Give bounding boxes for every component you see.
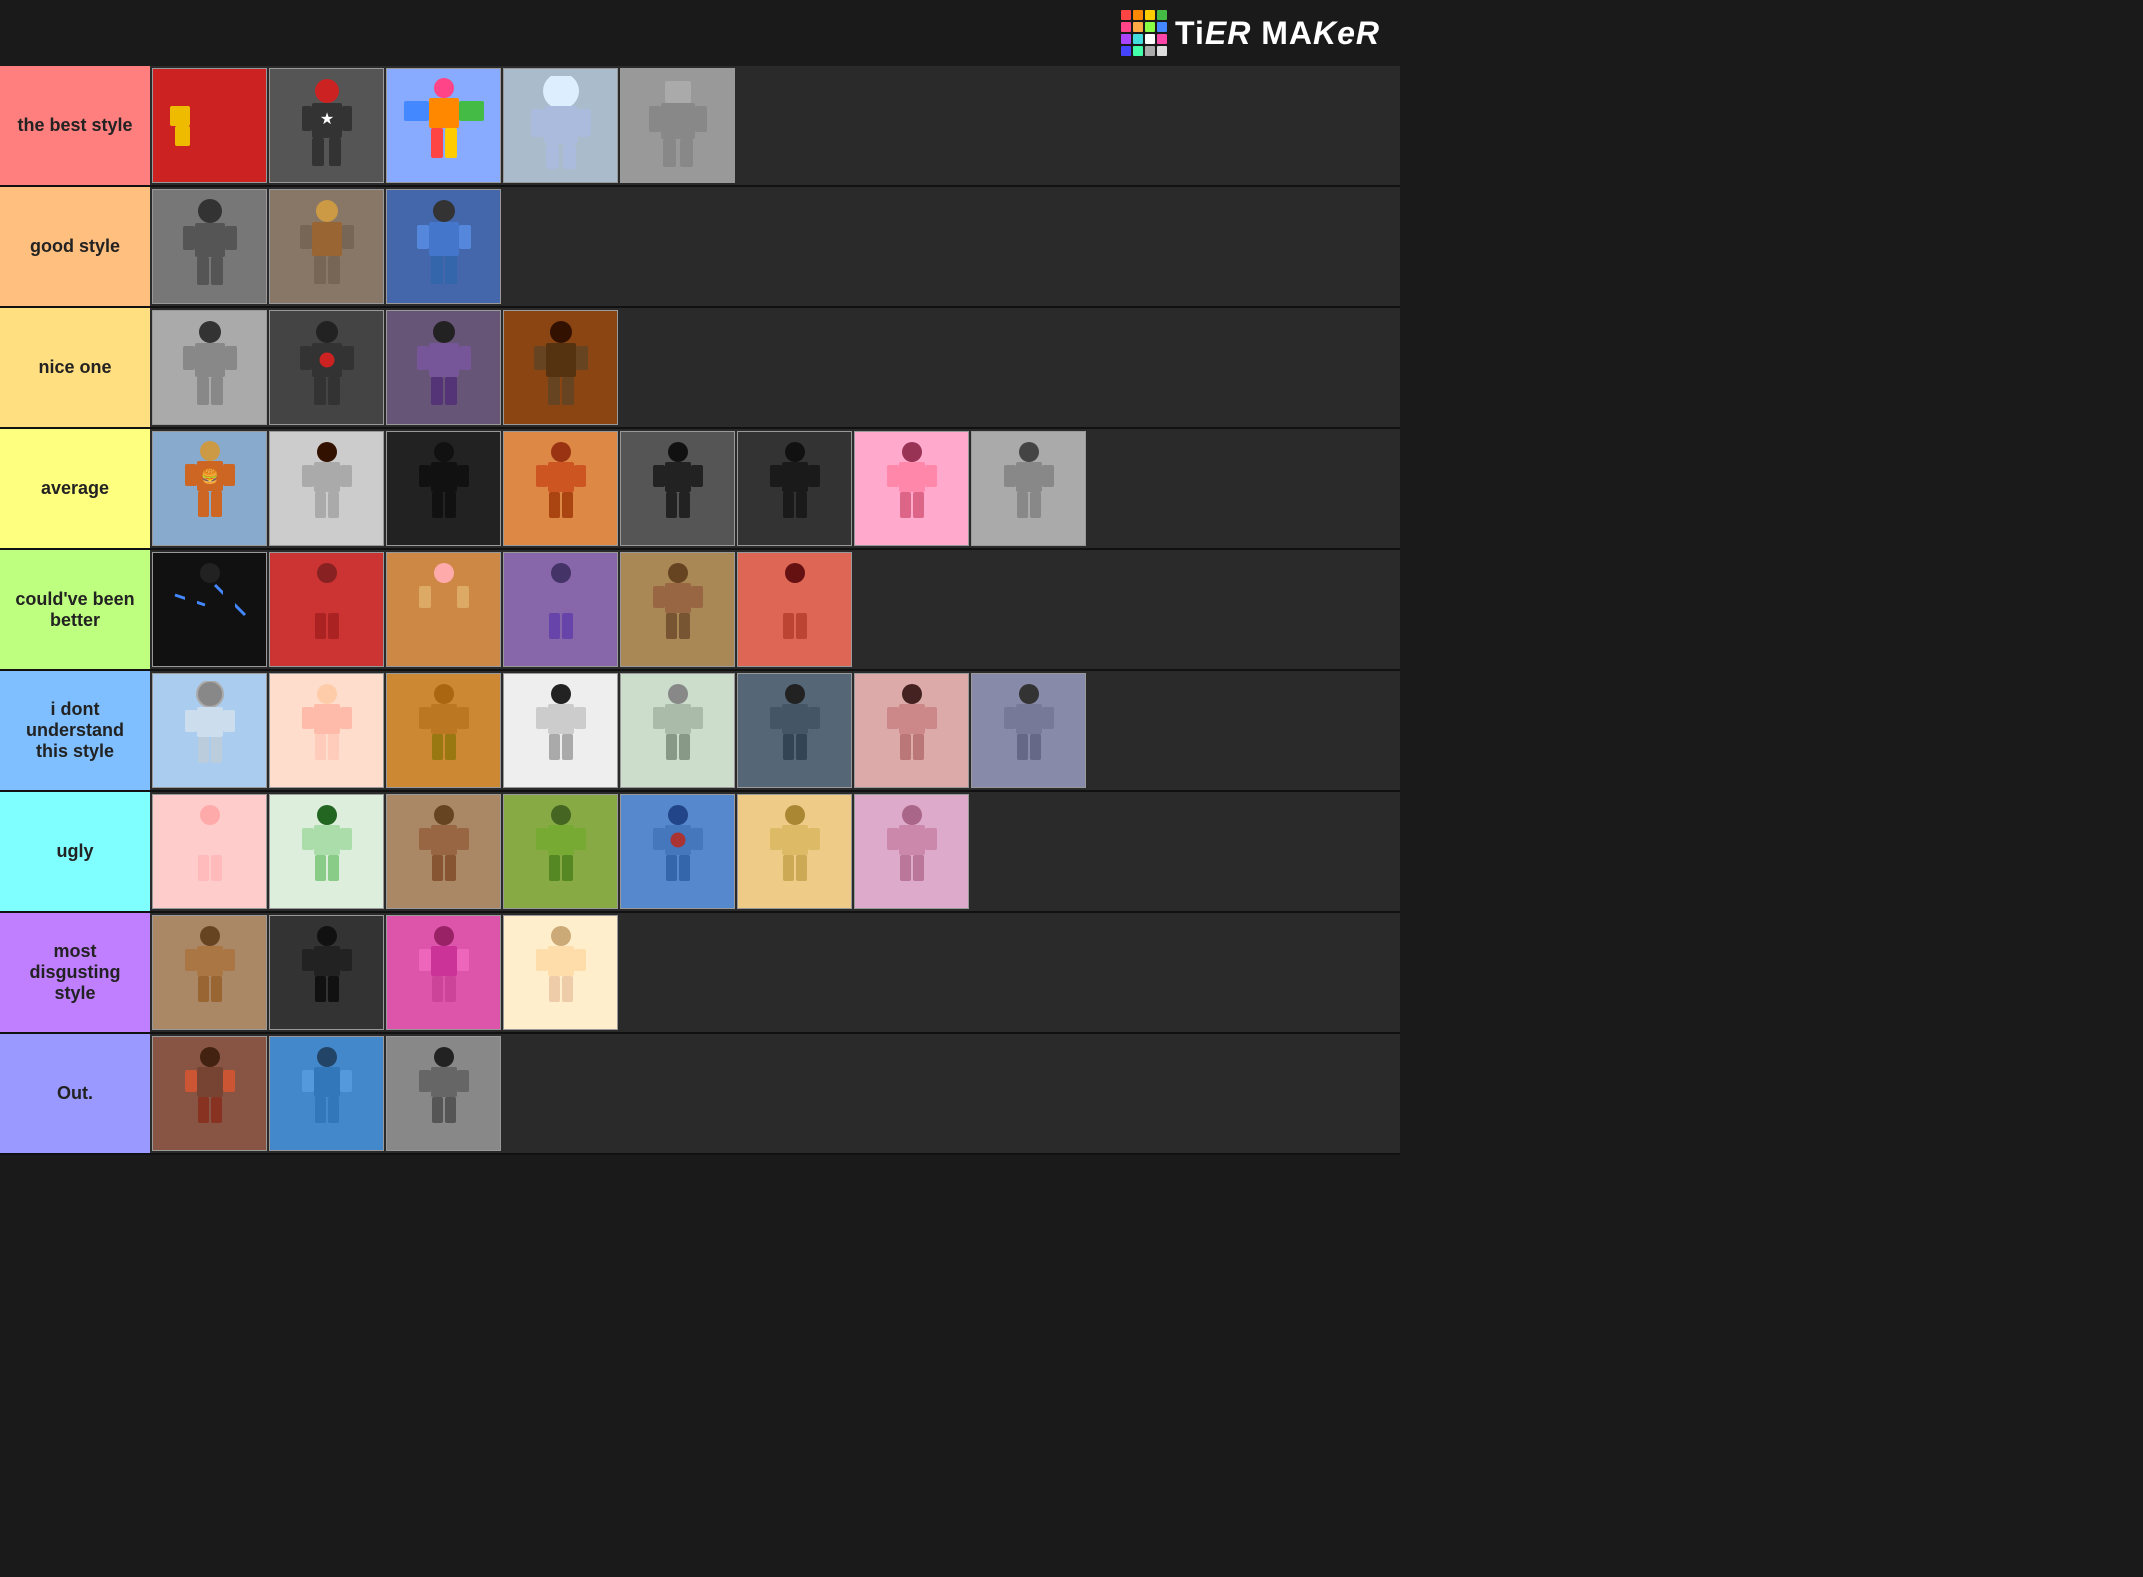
tier-items-c: 🍔 <box>150 429 1400 548</box>
tier-item[interactable] <box>620 431 735 546</box>
tier-item[interactable] <box>152 1036 267 1151</box>
tier-row-d: could've been better <box>0 550 1400 671</box>
logo-cell <box>1133 22 1143 32</box>
tier-item[interactable] <box>269 915 384 1030</box>
tier-item[interactable] <box>386 431 501 546</box>
tier-item[interactable] <box>152 68 267 183</box>
tier-item[interactable] <box>152 189 267 304</box>
tier-item[interactable] <box>503 552 618 667</box>
tier-item[interactable] <box>737 431 852 546</box>
tier-item[interactable] <box>854 431 969 546</box>
tier-item[interactable] <box>386 310 501 425</box>
tier-label-c: average <box>0 429 150 548</box>
tier-item[interactable] <box>503 431 618 546</box>
tier-item[interactable] <box>620 552 735 667</box>
svg-text:🍔: 🍔 <box>201 468 218 485</box>
svg-text:★: ★ <box>319 111 333 128</box>
tier-item[interactable] <box>737 673 852 788</box>
logo-cell <box>1145 22 1155 32</box>
tier-item[interactable] <box>386 68 501 183</box>
tier-items-b <box>150 308 1400 427</box>
logo-cell <box>1145 10 1155 20</box>
tier-item[interactable] <box>386 673 501 788</box>
tier-items-a <box>150 187 1400 306</box>
tier-item[interactable] <box>386 794 501 909</box>
tier-item[interactable] <box>386 552 501 667</box>
tier-item[interactable] <box>503 310 618 425</box>
tier-item[interactable]: 🍔 <box>152 431 267 546</box>
tier-label-s: the best style <box>0 66 150 185</box>
logo-cell <box>1157 22 1167 32</box>
tier-item[interactable] <box>269 794 384 909</box>
tier-row-g: most disgusting style <box>0 913 1400 1034</box>
tier-row-h: Out. <box>0 1034 1400 1155</box>
tier-label-e: i dont understand this style <box>0 671 150 790</box>
logo-cell <box>1133 10 1143 20</box>
logo-cell <box>1157 10 1167 20</box>
logo-cell <box>1121 46 1131 56</box>
logo-cell <box>1145 46 1155 56</box>
tier-item[interactable] <box>854 794 969 909</box>
tier-label-h: Out. <box>0 1034 150 1153</box>
tier-item[interactable] <box>152 552 267 667</box>
tier-item[interactable] <box>620 794 735 909</box>
tier-item[interactable] <box>503 915 618 1030</box>
header: TiER MAKeR <box>0 0 1400 66</box>
logo-cell <box>1133 46 1143 56</box>
tier-item[interactable] <box>386 915 501 1030</box>
logo-cell <box>1157 34 1167 44</box>
tier-item[interactable] <box>503 673 618 788</box>
tier-items-h <box>150 1034 1400 1153</box>
logo-cell <box>1121 10 1131 20</box>
tier-item[interactable] <box>737 794 852 909</box>
tier-item[interactable]: ★ <box>269 68 384 183</box>
tier-item[interactable] <box>269 673 384 788</box>
tier-table: the best style <box>0 66 1400 1155</box>
tier-item[interactable] <box>269 189 384 304</box>
tier-item[interactable] <box>503 68 618 183</box>
tier-item[interactable] <box>269 431 384 546</box>
tier-item[interactable] <box>152 794 267 909</box>
tier-item[interactable] <box>386 189 501 304</box>
logo-cell <box>1157 46 1167 56</box>
tier-item[interactable] <box>971 431 1086 546</box>
tier-row-e: i dont understand this style <box>0 671 1400 792</box>
tier-items-d <box>150 550 1400 669</box>
tier-item[interactable] <box>503 794 618 909</box>
tier-items-g <box>150 913 1400 1032</box>
tier-items-f <box>150 792 1400 911</box>
tiermaker-logo: TiER MAKeR <box>1121 10 1380 56</box>
logo-text: TiER MAKeR <box>1175 15 1380 52</box>
tier-item[interactable] <box>269 310 384 425</box>
tier-item[interactable] <box>854 673 969 788</box>
tier-row-c: average 🍔 <box>0 429 1400 550</box>
tier-row-f: ugly <box>0 792 1400 913</box>
logo-cell <box>1145 34 1155 44</box>
tier-item[interactable] <box>386 1036 501 1151</box>
tier-item[interactable] <box>737 552 852 667</box>
tier-item[interactable] <box>269 552 384 667</box>
tier-row-b: nice one <box>0 308 1400 429</box>
tier-label-g: most disgusting style <box>0 913 150 1032</box>
tier-item[interactable] <box>620 68 735 183</box>
logo-cell <box>1121 22 1131 32</box>
tier-item[interactable] <box>152 310 267 425</box>
logo-grid <box>1121 10 1167 56</box>
tier-items-e <box>150 671 1400 790</box>
tier-label-a: good style <box>0 187 150 306</box>
page-container: TiER MAKeR the best style <box>0 0 1400 1155</box>
logo-cell <box>1121 34 1131 44</box>
tier-label-b: nice one <box>0 308 150 427</box>
tier-item[interactable] <box>620 673 735 788</box>
tier-item[interactable] <box>971 673 1086 788</box>
tier-item[interactable] <box>152 915 267 1030</box>
tier-items-s: ★ <box>150 66 1400 185</box>
tier-label-f: ugly <box>0 792 150 911</box>
logo-cell <box>1133 34 1143 44</box>
tier-row-s: the best style <box>0 66 1400 187</box>
tier-item[interactable] <box>152 673 267 788</box>
tier-item[interactable] <box>269 1036 384 1151</box>
tier-label-d: could've been better <box>0 550 150 669</box>
tier-row-a: good style <box>0 187 1400 308</box>
